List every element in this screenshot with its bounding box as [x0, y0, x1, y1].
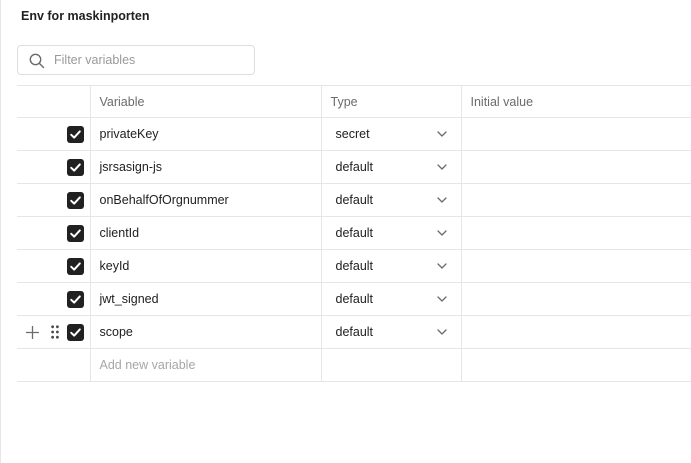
- filter-variables-input[interactable]: [54, 50, 244, 70]
- variable-name-cell[interactable]: scope: [89, 315, 321, 349]
- table-row: jwt_signed default: [17, 282, 691, 316]
- chevron-down-icon: [436, 329, 447, 335]
- enable-checkbox[interactable]: [67, 291, 84, 308]
- type-value: secret: [335, 127, 370, 141]
- row-control-cell: [17, 249, 90, 283]
- variables-table: Variable Type Initial value privateKey s…: [17, 85, 691, 382]
- variable-name: privateKey: [99, 127, 159, 141]
- plus-icon[interactable]: [25, 325, 40, 342]
- table-row: keyId default: [17, 249, 691, 283]
- chevron-down-icon: [436, 263, 447, 269]
- enable-checkbox[interactable]: [67, 126, 84, 143]
- chevron-down-icon: [436, 296, 447, 302]
- type-value: default: [335, 259, 374, 273]
- filter-variables-box[interactable]: [17, 45, 255, 75]
- search-icon: [29, 53, 45, 74]
- chevron-down-icon: [436, 131, 447, 137]
- variable-name: jwt_signed: [99, 292, 159, 306]
- type-value: default: [335, 292, 374, 306]
- variable-name-cell[interactable]: privateKey: [89, 117, 321, 151]
- header-control-cell: [17, 85, 90, 118]
- chevron-down-icon: [436, 197, 447, 203]
- initial-value-cell[interactable]: [460, 282, 691, 316]
- enable-checkbox[interactable]: [67, 225, 84, 242]
- enable-checkbox[interactable]: [67, 159, 84, 176]
- checkmark-icon: [70, 295, 81, 304]
- enable-checkbox[interactable]: [67, 324, 84, 341]
- type-value: default: [335, 193, 374, 207]
- enable-checkbox[interactable]: [67, 192, 84, 209]
- row-control-cell: [17, 348, 90, 382]
- checkmark-icon: [70, 163, 81, 172]
- type-cell: [320, 348, 461, 382]
- row-control-cell: [17, 216, 90, 250]
- environment-title: Env for maskinporten: [21, 9, 150, 23]
- variable-name-cell[interactable]: keyId: [89, 249, 321, 283]
- variable-name: scope: [99, 325, 133, 339]
- panel-left-border: [0, 0, 1, 463]
- table-row: scope default: [17, 315, 691, 349]
- row-control-cell: [17, 282, 90, 316]
- type-cell: default: [320, 282, 461, 316]
- type-select[interactable]: default: [336, 250, 447, 282]
- table-row: privateKey secret: [17, 117, 691, 151]
- variable-name: clientId: [99, 226, 140, 240]
- variable-name: onBehalfOfOrgnummer: [99, 193, 229, 207]
- type-value: default: [335, 325, 374, 339]
- type-cell: default: [320, 249, 461, 283]
- initial-value-cell[interactable]: [460, 216, 691, 250]
- chevron-down-icon: [436, 164, 447, 170]
- initial-value-cell[interactable]: [460, 183, 691, 217]
- type-cell: secret: [320, 117, 461, 151]
- chevron-down-icon: [436, 230, 447, 236]
- checkmark-icon: [70, 130, 81, 139]
- checkmark-icon: [70, 196, 81, 205]
- header-type: Type: [320, 85, 461, 118]
- type-select[interactable]: secret: [336, 118, 447, 150]
- variable-name-cell[interactable]: jsrsasign-js: [89, 150, 321, 184]
- row-control-cell: [17, 150, 90, 184]
- type-cell: default: [320, 183, 461, 217]
- type-select[interactable]: default: [336, 316, 447, 348]
- add-variable-row: Add new variable: [17, 348, 691, 382]
- table-header-row: Variable Type Initial value: [17, 85, 691, 118]
- checkmark-icon: [70, 328, 81, 337]
- type-cell: default: [320, 315, 461, 349]
- initial-value-cell[interactable]: [460, 150, 691, 184]
- initial-value-cell[interactable]: [460, 315, 691, 349]
- table-row: onBehalfOfOrgnummer default: [17, 183, 691, 217]
- checkmark-icon: [70, 262, 81, 271]
- variable-name: keyId: [99, 259, 130, 273]
- initial-value-cell: [460, 348, 691, 382]
- type-select[interactable]: default: [336, 151, 447, 183]
- type-cell: default: [320, 216, 461, 250]
- variable-name-cell[interactable]: onBehalfOfOrgnummer: [89, 183, 321, 217]
- variable-name-cell[interactable]: clientId: [89, 216, 321, 250]
- add-variable-cell[interactable]: Add new variable: [89, 348, 321, 382]
- header-initial-value: Initial value: [460, 85, 691, 118]
- initial-value-cell[interactable]: [460, 249, 691, 283]
- type-select[interactable]: default: [336, 283, 447, 315]
- row-control-cell: [17, 117, 90, 151]
- type-value: default: [335, 226, 374, 240]
- table-row: clientId default: [17, 216, 691, 250]
- row-control-cell: [17, 315, 90, 349]
- type-select[interactable]: default: [336, 217, 447, 249]
- row-control-cell: [17, 183, 90, 217]
- table-row: jsrsasign-js default: [17, 150, 691, 184]
- variable-name: jsrsasign-js: [99, 160, 163, 174]
- type-select[interactable]: default: [336, 184, 447, 216]
- drag-handle-icon[interactable]: [51, 325, 59, 342]
- type-value: default: [335, 160, 374, 174]
- initial-value-cell[interactable]: [460, 117, 691, 151]
- type-cell: default: [320, 150, 461, 184]
- enable-checkbox[interactable]: [67, 258, 84, 275]
- checkmark-icon: [70, 229, 81, 238]
- variable-name-cell[interactable]: jwt_signed: [89, 282, 321, 316]
- header-variable: Variable: [89, 85, 321, 118]
- add-new-variable-placeholder: Add new variable: [99, 358, 196, 372]
